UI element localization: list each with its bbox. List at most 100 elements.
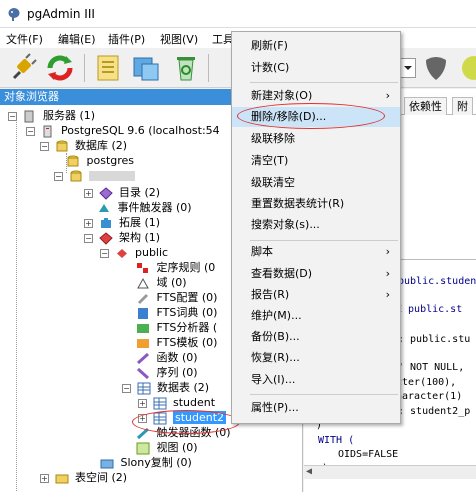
collapse-icon[interactable]: − <box>26 126 35 136</box>
horizontal-scrollbar[interactable]: ◀ <box>304 465 476 479</box>
tree-node-extensions[interactable]: + 拓展 (1) <box>84 215 160 230</box>
database-icon <box>70 170 81 181</box>
collapse-icon[interactable]: − <box>54 171 63 181</box>
menu-item-properties[interactable]: 属性(P)... <box>232 398 400 418</box>
submenu-arrow-icon: › <box>385 89 390 102</box>
tree-node-views[interactable]: 视图 (0) <box>136 440 198 455</box>
menu-item-drop-cascade[interactable]: 级联移除 <box>232 129 400 149</box>
menu-item-search-objects[interactable]: 搜索对象(s)... <box>232 215 400 235</box>
create-object-icon[interactable] <box>130 52 162 84</box>
node-label: 函数 (0) <box>156 351 198 364</box>
menu-file[interactable]: 文件(F) <box>6 31 43 47</box>
expand-icon[interactable]: + <box>84 218 93 228</box>
node-label: postgres <box>86 154 135 167</box>
menu-item-label: 导入(I)... <box>251 373 296 386</box>
menu-view[interactable]: 视图(V) <box>160 31 198 47</box>
toolbar-dropdown[interactable] <box>400 58 416 78</box>
extension-icon <box>100 217 111 228</box>
menu-item-maintenance[interactable]: 维护(M)... <box>232 306 400 326</box>
menu-item-label: 恢复(R)... <box>251 351 300 364</box>
tree-node-sequences[interactable]: 序列 (0) <box>136 365 198 380</box>
menu-item-label: 报告(R) <box>251 288 290 301</box>
collapse-icon[interactable]: − <box>40 141 49 151</box>
collapse-icon[interactable]: − <box>122 383 131 393</box>
tree-node-fts-config[interactable]: FTS配置 (0) <box>136 290 217 305</box>
sequence-icon <box>136 367 150 379</box>
plugin-icon[interactable] <box>458 52 476 84</box>
tree-node-slony[interactable]: Slony复制 (0) <box>100 455 192 470</box>
fts-template-icon <box>137 338 149 348</box>
properties-icon[interactable] <box>92 52 124 84</box>
expand-icon[interactable]: + <box>138 413 147 423</box>
node-label: Slony复制 (0) <box>120 456 192 469</box>
tree-node-domains[interactable]: 域 (0) <box>136 275 187 290</box>
refresh-icon[interactable] <box>44 52 76 84</box>
tree-node-servers[interactable]: − 服务器 (1) <box>8 108 95 123</box>
tree-node-trigger-functions[interactable]: 触发器函数 (0) <box>136 425 231 440</box>
sql-line: E public.st <box>396 304 463 315</box>
function-icon <box>136 352 150 364</box>
tree-node-student[interactable]: + student <box>138 395 215 410</box>
node-label: 触发器函数 (0) <box>156 426 231 439</box>
connect-plug-icon[interactable] <box>6 52 38 84</box>
menu-item-view-data[interactable]: 查看数据(D) › <box>232 264 400 284</box>
tree-node-student2[interactable]: + student2 <box>138 410 227 425</box>
tree-node-public[interactable]: − public <box>100 245 168 260</box>
menu-item-new-object[interactable]: 新建对象(O) › <box>232 86 400 106</box>
tree-node-schemas[interactable]: − 架构 (1) <box>84 230 160 245</box>
menu-item-import[interactable]: 导入(I)... <box>232 370 400 390</box>
submenu-arrow-icon: › <box>385 288 390 301</box>
collapse-icon[interactable]: − <box>8 111 17 121</box>
trigger-function-icon <box>136 427 150 439</box>
tree-node-tablespaces[interactable]: + 表空间 (2) <box>40 470 127 485</box>
collapse-icon[interactable]: − <box>84 233 93 243</box>
menu-item-label: 查看数据(D) <box>251 267 313 280</box>
table-icon <box>153 412 166 424</box>
tree-node-fts-parser[interactable]: FTS分析器 ( <box>136 320 217 335</box>
node-label: 目录 (2) <box>119 186 161 199</box>
tree-node-collations[interactable]: 定序规则 (0 <box>136 260 215 275</box>
tree-node-databases[interactable]: − 数据库 (2) <box>40 138 127 153</box>
expand-icon[interactable]: + <box>40 473 49 483</box>
tree-node-functions[interactable]: 函数 (0) <box>136 350 198 365</box>
tree-node-tables[interactable]: − 数据表 (2) <box>122 380 209 395</box>
scroll-left-icon[interactable]: ◀ <box>306 466 312 477</box>
node-label: 拓展 (1) <box>119 216 161 229</box>
menu-item-delete-drop[interactable]: 删除/移除(D)... <box>232 107 400 127</box>
tree-node-fts-template[interactable]: FTS模板 (0) <box>136 335 217 350</box>
submenu-arrow-icon: › <box>385 267 390 280</box>
menu-item-scripts[interactable]: 脚本 › <box>232 242 400 262</box>
tab-more[interactable]: 附 <box>452 97 473 115</box>
menu-item-label: 新建对象(O) <box>251 89 313 102</box>
expand-icon[interactable]: + <box>138 398 147 408</box>
menu-item-restore[interactable]: 恢复(R)... <box>232 348 400 368</box>
menu-item-truncate[interactable]: 清空(T) <box>232 151 400 171</box>
schema-icon <box>116 248 127 258</box>
tree-node-server[interactable]: − PostgreSQL 9.6 (localhost:54 <box>26 123 220 138</box>
tree-node-db-blurred[interactable]: − <box>54 168 135 183</box>
expand-icon[interactable]: + <box>84 188 93 198</box>
menu-item-truncate-cascade[interactable]: 级联清空 <box>232 173 400 193</box>
fts-config-icon <box>138 293 148 304</box>
server-icon <box>43 125 51 137</box>
fts-dictionary-icon <box>138 307 148 319</box>
menu-item-backup[interactable]: 备份(B)... <box>232 327 400 347</box>
menu-item-reset-stats[interactable]: 重置数据表统计(R) <box>232 194 400 214</box>
sql-line: cter(100), <box>396 377 457 388</box>
menu-item-count[interactable]: 计数(C) <box>232 58 400 78</box>
menu-edit[interactable]: 编辑(E) <box>58 31 96 47</box>
node-label: 定序规则 (0 <box>156 261 216 274</box>
tree-node-event-triggers[interactable]: 事件触发器 (0) <box>97 200 192 215</box>
tree-node-fts-dict[interactable]: FTS词典 (0) <box>136 305 217 320</box>
collapse-icon[interactable]: − <box>100 248 109 258</box>
menu-item-refresh[interactable]: 刷新(F) <box>232 36 400 56</box>
menu-plugins[interactable]: 插件(P) <box>108 31 145 47</box>
drop-recycle-icon[interactable] <box>170 52 202 84</box>
menu-separator <box>250 240 398 241</box>
tree-node-catalogs[interactable]: + 目录 (2) <box>84 185 160 200</box>
sql-query-shield-icon[interactable] <box>420 52 452 84</box>
menu-item-reports[interactable]: 报告(R) › <box>232 285 400 305</box>
tab-dependencies[interactable]: 依赖性 <box>404 97 447 115</box>
tree-node-db-postgres[interactable]: postgres <box>66 153 134 168</box>
sql-line: public.studen <box>398 276 476 287</box>
